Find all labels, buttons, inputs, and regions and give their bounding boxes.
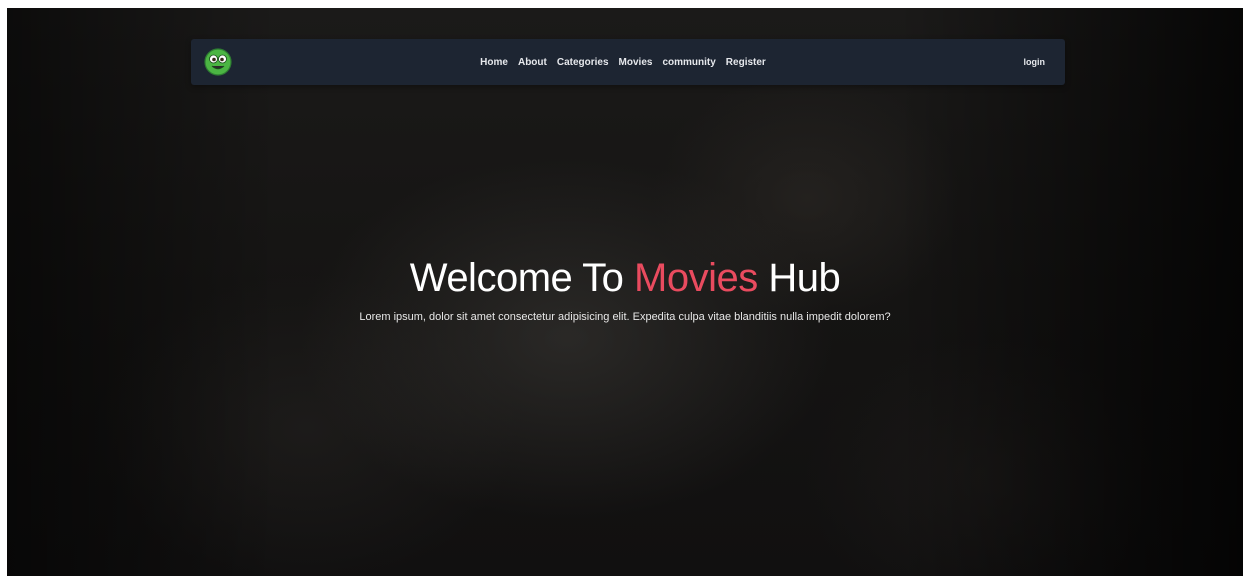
- hero-section: Welcome To Movies Hub Lorem ipsum, dolor…: [7, 253, 1243, 325]
- nav-menu: Home About Categories Movies community R…: [191, 39, 1065, 85]
- nav-item-community[interactable]: community: [662, 57, 715, 68]
- navbar: Home About Categories Movies community R…: [191, 39, 1065, 85]
- hero-subtitle: Lorem ipsum, dolor sit amet consectetur …: [359, 311, 891, 323]
- nav-item-home[interactable]: Home: [480, 57, 508, 68]
- login-link[interactable]: login: [1024, 39, 1046, 85]
- nav-item-register[interactable]: Register: [726, 57, 766, 68]
- hero-title-accent: Movies: [634, 256, 758, 300]
- nav-item-categories[interactable]: Categories: [557, 57, 609, 68]
- nav-item-about[interactable]: About: [518, 57, 547, 68]
- nav-item-movies[interactable]: Movies: [619, 57, 653, 68]
- hero-title-part1: Welcome To: [409, 256, 635, 300]
- hero-title: Welcome To Movies Hub: [7, 253, 1243, 303]
- hero-title-part2: Hub: [757, 256, 841, 300]
- hero-background: Home About Categories Movies community R…: [7, 8, 1243, 576]
